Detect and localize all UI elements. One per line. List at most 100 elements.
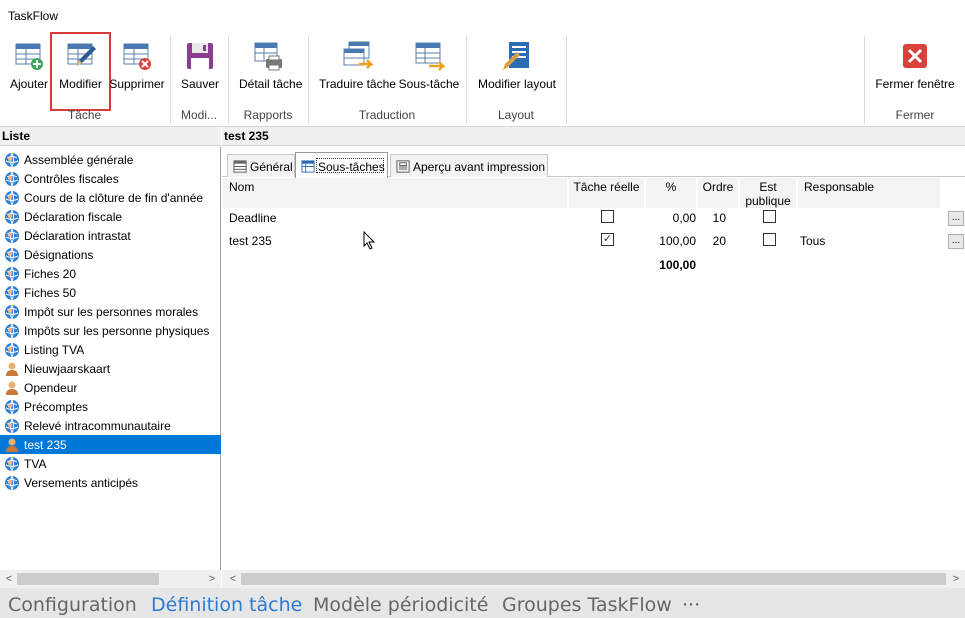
column-header-pct[interactable]: % (646, 178, 696, 208)
cell-nom[interactable]: Deadline (229, 211, 276, 225)
column-header-ordre[interactable]: Ordre (698, 178, 738, 208)
list-item[interactable]: Contrôles fiscales (0, 169, 221, 188)
list-item[interactable]: Listing TVA (0, 340, 221, 359)
print-icon (254, 42, 282, 71)
tab-print-preview-label: Aperçu avant impression (413, 160, 546, 174)
ribbon-separator (566, 36, 567, 124)
column-header-reelle[interactable]: Tâche réelle (569, 178, 644, 208)
globe-user-icon (5, 456, 19, 472)
list-item[interactable]: Impôt sur les personnes morales (0, 302, 221, 321)
scroll-right-arrow-icon[interactable]: > (949, 572, 963, 586)
list-item-label: Relevé intracommunautaire (24, 419, 171, 433)
list-item-label: TVA (24, 457, 47, 471)
add-button[interactable]: Ajouter (8, 36, 50, 100)
tab-subtasks-label: Sous-tâches (318, 160, 385, 174)
list-item[interactable]: Déclaration intrastat (0, 226, 221, 245)
edit-grid-icon (67, 43, 96, 66)
nav-more-icon[interactable]: ··· (682, 594, 700, 616)
responsable-picker-button[interactable]: ... (948, 211, 964, 226)
scrollbar-thumb[interactable] (17, 573, 159, 585)
cell-nom[interactable]: test 235 (229, 234, 272, 248)
scroll-left-arrow-icon[interactable]: < (2, 572, 16, 586)
tab-print-preview[interactable]: Aperçu avant impression (390, 154, 548, 177)
nav-definition-tache[interactable]: Définition tâche (151, 594, 302, 616)
cell-responsable[interactable]: Tous (800, 234, 825, 248)
checkbox-tache-reelle[interactable] (601, 210, 614, 223)
nav-configuration[interactable]: Configuration (8, 594, 137, 616)
list-item[interactable]: Déclaration fiscale (0, 207, 221, 226)
list-item-label: Impôts sur les personne physiques (24, 324, 210, 338)
column-header-responsable[interactable]: Responsable (798, 178, 940, 208)
delete-grid-icon (123, 43, 151, 70)
user-icon (6, 438, 18, 452)
grid-horizontal-scrollbar[interactable]: < > (222, 570, 965, 588)
cell-pct[interactable]: 100,00 (646, 234, 696, 248)
tab-general-label: Général (250, 160, 293, 174)
globe-user-icon (5, 285, 19, 301)
task-list: Assemblée générale Contrôles fiscales Cour… (0, 147, 221, 570)
edit-button[interactable]: Modifier (50, 32, 111, 111)
list-item[interactable]: Opendeur (0, 378, 221, 397)
checkbox-tache-reelle[interactable]: ✓ (601, 233, 614, 246)
column-header-label: % (665, 180, 677, 194)
delete-button-label: Supprimer (109, 77, 165, 91)
list-item[interactable]: Assemblée générale (0, 150, 221, 169)
task-detail-button[interactable]: Détail tâche (239, 36, 302, 100)
nav-modele-periodicite[interactable]: Modèle périodicité (313, 594, 488, 616)
scrollbar-thumb[interactable] (241, 573, 946, 585)
column-header-label: Tâche réelle (573, 180, 640, 194)
nav-groupes-taskflow[interactable]: Groupes TaskFlow (502, 594, 672, 616)
tab-general[interactable]: Général (227, 154, 295, 177)
add-grid-icon (15, 43, 43, 70)
ribbon-group-label: Modi... (180, 108, 217, 122)
close-window-icon (903, 44, 927, 68)
cell-pct[interactable]: 0,00 (646, 211, 696, 225)
globe-user-icon (5, 323, 19, 339)
responsable-picker-button[interactable]: ... (948, 234, 964, 249)
ribbon: Ajouter Modifier Supprimer Tâche Sauver … (0, 30, 965, 127)
cell-ordre[interactable]: 10 (698, 211, 726, 225)
column-header-nom[interactable]: Nom (223, 178, 567, 208)
globe-user-icon (5, 342, 19, 358)
list-item[interactable]: Précomptes (0, 397, 221, 416)
list-item[interactable]: Nieuwjaarskaart (0, 359, 221, 378)
general-tab-icon (233, 160, 247, 173)
detail-tabs: Général Sous-tâches Aperçu avant impress… (222, 151, 965, 178)
scroll-right-arrow-icon[interactable]: > (205, 572, 219, 586)
checkbox-est-publique[interactable] (763, 233, 776, 246)
delete-button[interactable]: Supprimer (109, 36, 165, 100)
list-item[interactable]: Désignations (0, 245, 221, 264)
translate-task-button[interactable]: Traduire tâche (319, 36, 396, 100)
user-icon (6, 362, 18, 376)
list-horizontal-scrollbar[interactable]: < > (0, 570, 221, 588)
save-button[interactable]: Sauver (181, 36, 219, 100)
cell-ordre[interactable]: 20 (698, 234, 726, 248)
edit-layout-button[interactable]: Modifier layout (478, 36, 556, 100)
globe-user-icon (5, 209, 19, 225)
close-window-button[interactable]: Fermer fenêtre (875, 36, 955, 100)
list-item[interactable]: test 235 (0, 435, 221, 454)
ribbon-group-tache: Ajouter Modifier Supprimer Tâche (0, 32, 169, 124)
tab-subtasks[interactable]: Sous-tâches (295, 152, 388, 178)
ribbon-group-label: Layout (497, 108, 535, 122)
title-bar: TaskFlow (0, 0, 965, 30)
list-item-label: Fiches 20 (24, 267, 77, 281)
scroll-left-arrow-icon[interactable]: < (226, 572, 240, 586)
list-item[interactable]: TVA (0, 454, 221, 473)
list-item[interactable]: Relevé intracommunautaire (0, 416, 221, 435)
column-header-label: Ordre (702, 180, 734, 194)
ribbon-group-traduction: Traduire tâche Sous-tâche Traduction (309, 36, 465, 124)
subtask-button[interactable]: Sous-tâche (399, 36, 459, 100)
subtask-button-label: Sous-tâche (398, 77, 460, 91)
list-item[interactable]: Impôts sur les personne physiques (0, 321, 221, 340)
list-item[interactable]: Fiches 20 (0, 264, 221, 283)
ribbon-group-label: Tâche (67, 108, 102, 122)
layout-icon (503, 42, 529, 70)
checkbox-est-publique[interactable] (763, 210, 776, 223)
list-item[interactable]: Cours de la clôture de fin d'année (0, 188, 221, 207)
list-item[interactable]: Fiches 50 (0, 283, 221, 302)
list-item[interactable]: Versements anticipés (0, 473, 221, 492)
list-item-label: Précomptes (24, 400, 89, 414)
column-header-publique[interactable]: Est publique (740, 178, 796, 208)
column-header-label: publique (745, 194, 791, 208)
